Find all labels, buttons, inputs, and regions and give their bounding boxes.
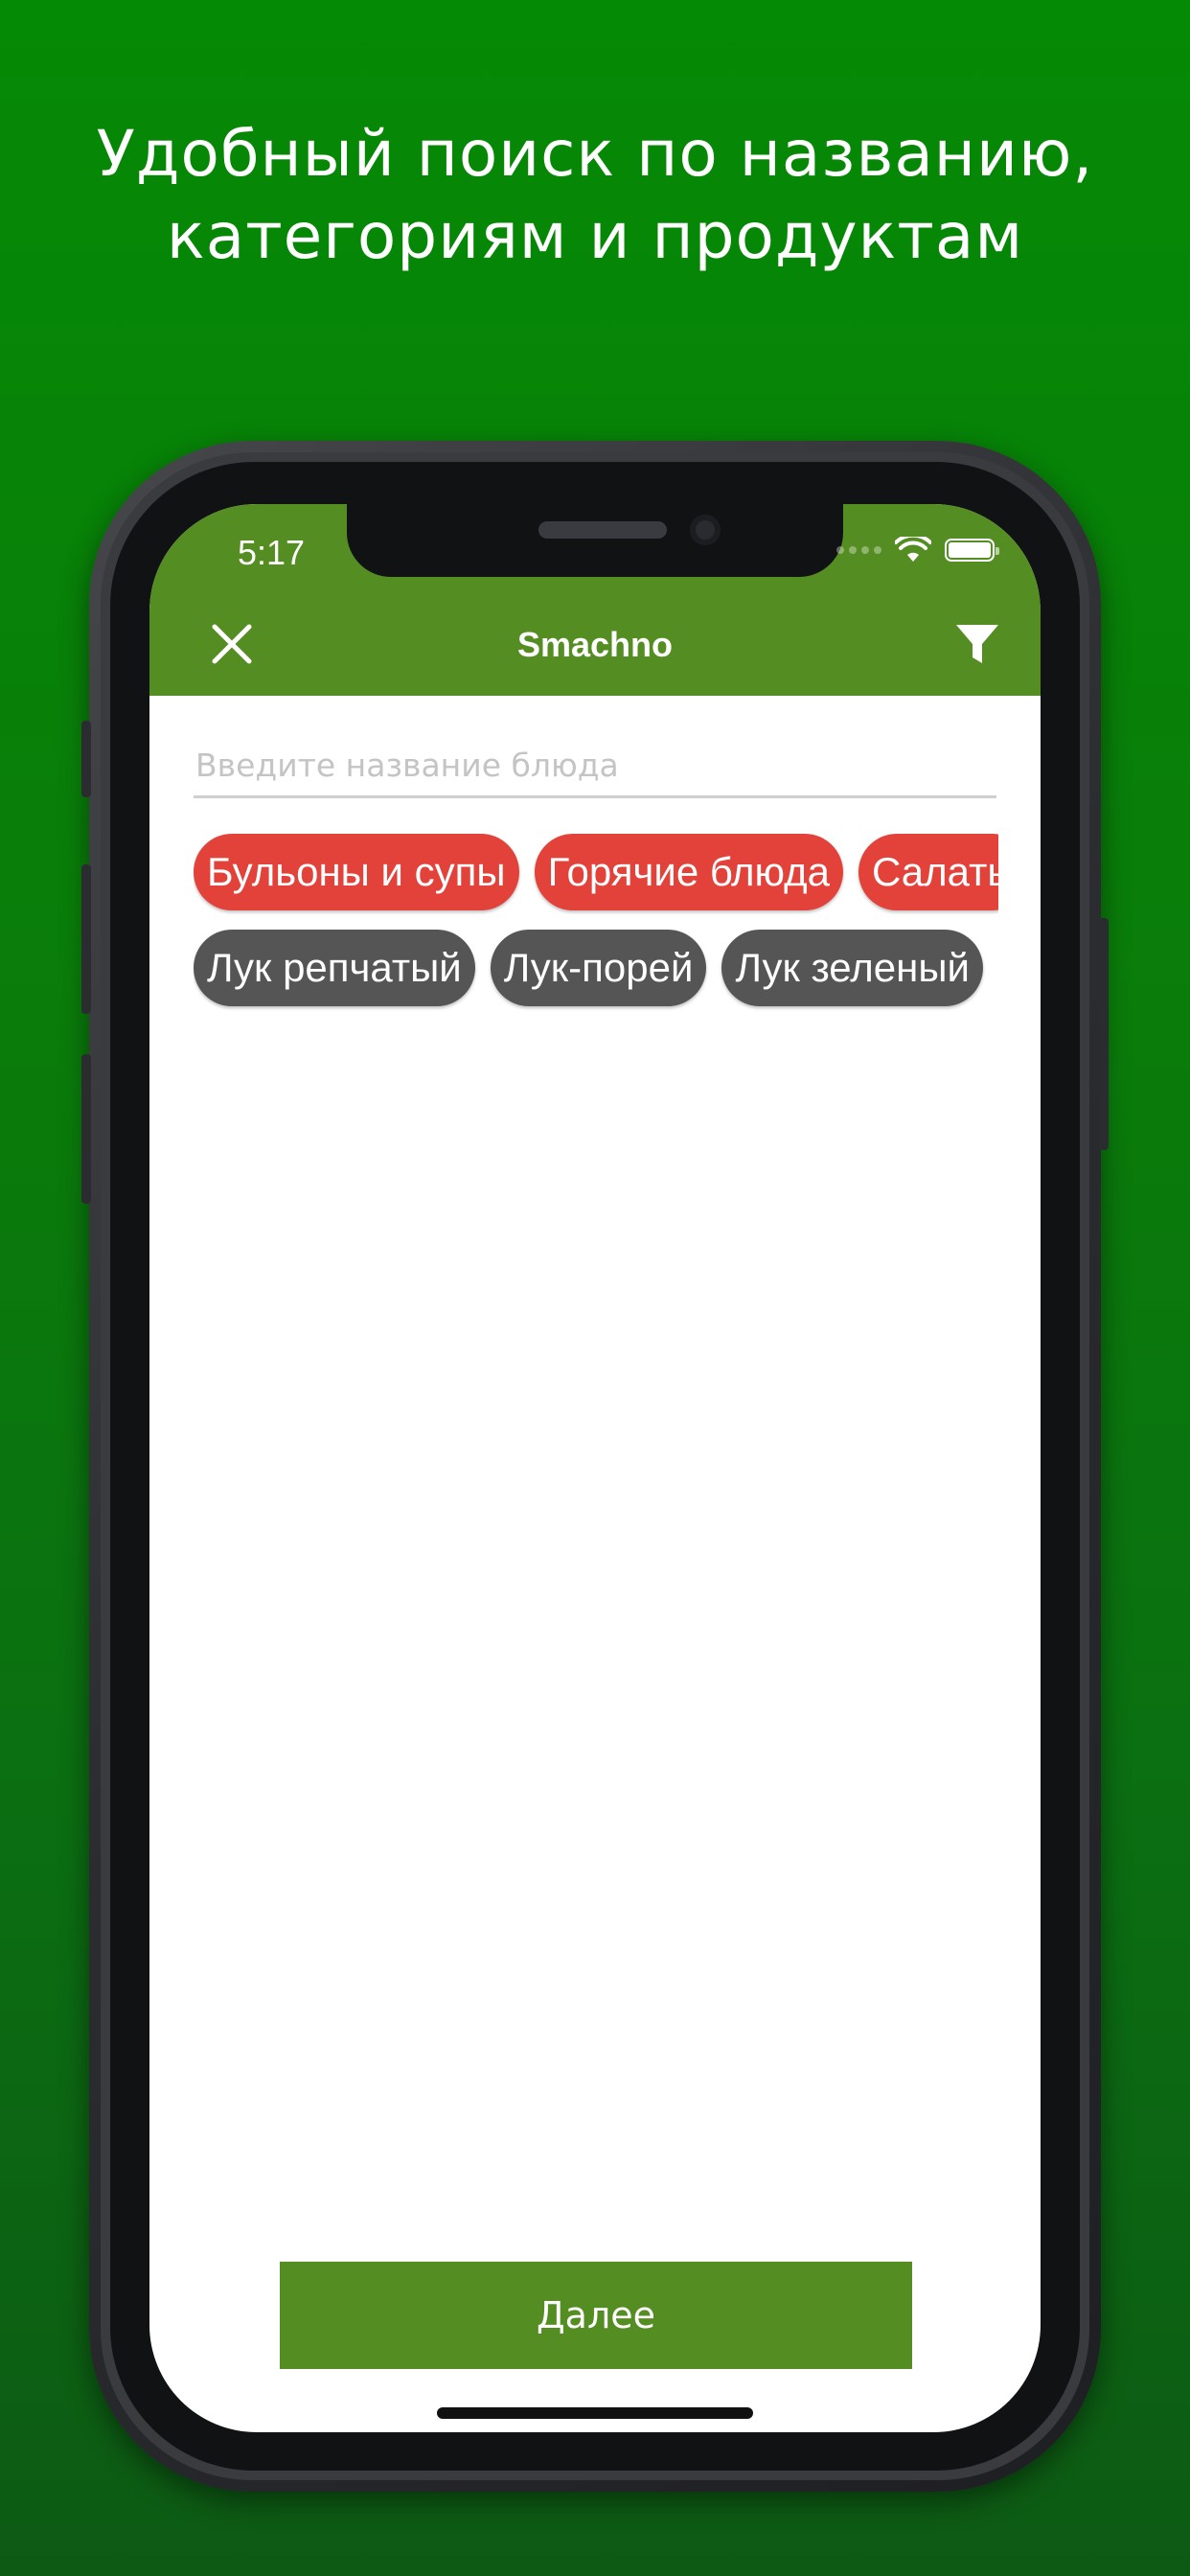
promo-title-line-2: категориям и продуктам — [166, 199, 1024, 273]
phone-mute-switch — [81, 721, 91, 797]
phone-screen: 5:17 Smachno Буль — [149, 504, 1041, 2432]
category-chip[interactable]: Бульоны и супы — [194, 834, 519, 910]
battery-icon — [945, 539, 999, 562]
search-field — [194, 738, 996, 798]
product-chip[interactable]: Лук репчатый — [194, 930, 475, 1006]
notch — [347, 504, 843, 577]
speaker-grille — [538, 521, 667, 539]
category-chip[interactable]: Салаты — [858, 834, 998, 910]
phone-volume-up-button — [81, 864, 91, 1014]
wifi-icon — [895, 537, 931, 562]
front-camera — [690, 515, 721, 545]
promo-title-line-1: Удобный поиск по названию, — [96, 117, 1094, 191]
home-indicator — [437, 2407, 753, 2419]
product-chips: Лук репчатый Лук-порей Лук зеленый — [194, 930, 998, 1016]
phone-volume-down-button — [81, 1054, 91, 1204]
app-title: Smachno — [516, 625, 674, 664]
product-chip[interactable]: Лук зеленый — [721, 930, 983, 1006]
search-input[interactable] — [194, 738, 996, 792]
filter-button[interactable] — [950, 617, 1004, 671]
phone-power-button — [1099, 918, 1109, 1150]
next-button[interactable]: Далее — [280, 2262, 912, 2369]
category-chips: Бульоны и супыГорячие блюдаСалаты — [194, 834, 998, 920]
app-bar: 5:17 Smachno — [149, 504, 1041, 696]
status-icons — [836, 537, 999, 564]
category-chip[interactable]: Горячие блюда — [534, 834, 843, 910]
product-chip[interactable]: Лук-порей — [490, 930, 707, 1006]
filter-icon — [956, 625, 998, 663]
promo-title: Удобный поиск по названию, категориям и … — [0, 113, 1190, 278]
status-time: 5:17 — [238, 533, 306, 572]
cellular-signal-icon — [836, 546, 881, 554]
